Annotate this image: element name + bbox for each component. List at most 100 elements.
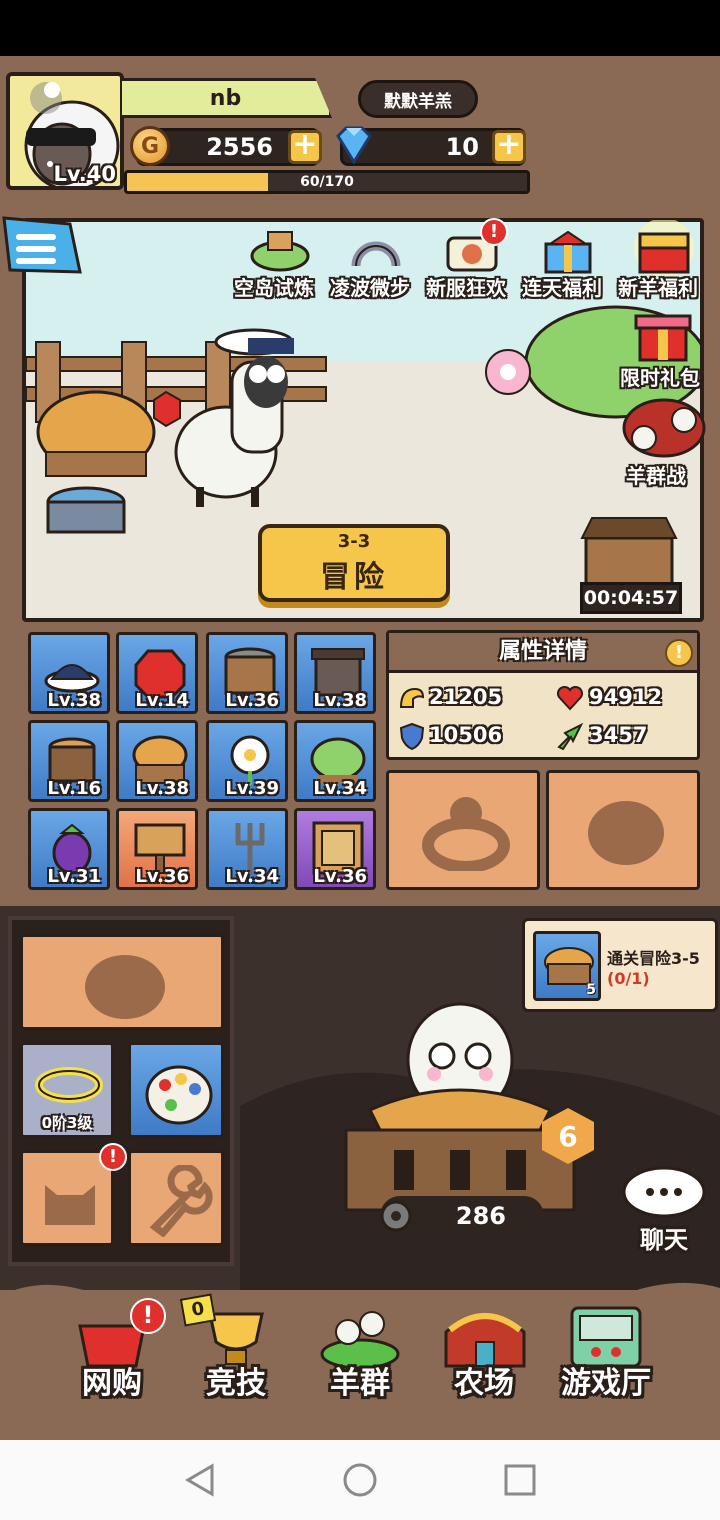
- equipment-level: Lv.39: [225, 778, 279, 799]
- equipment-slot[interactable]: Lv.38: [116, 720, 198, 802]
- halo-level: 0阶3级: [41, 1114, 93, 1132]
- locked-slot-wool[interactable]: [546, 770, 700, 890]
- nav-farm[interactable]: 农场: [424, 1296, 544, 1426]
- nav-arcade[interactable]: 游戏厅: [546, 1296, 666, 1426]
- halo-icon: [35, 1067, 103, 1103]
- guild-button[interactable]: 默默羊羔: [358, 80, 478, 118]
- adventure-stage: 3-3: [337, 530, 371, 552]
- event-label: 空岛试炼: [234, 276, 314, 300]
- player-name: nb: [122, 78, 332, 118]
- nav-arena[interactable]: 0 竞技: [176, 1293, 296, 1426]
- paint-palette-icon: [145, 1065, 213, 1125]
- arena-count-badge: 0: [179, 1293, 217, 1327]
- locked-slot-ring[interactable]: [386, 770, 540, 890]
- locked-slot-top[interactable]: [20, 934, 224, 1030]
- status-bar: [0, 0, 720, 56]
- gift-icon: [634, 314, 692, 362]
- recents-icon[interactable]: [502, 1462, 538, 1498]
- equipment-slot[interactable]: Lv.36: [206, 632, 288, 714]
- nav-flock[interactable]: 羊群: [300, 1296, 420, 1426]
- nav-label: 网购: [82, 1366, 142, 1401]
- equipment-slot[interactable]: Lv.14: [116, 632, 198, 714]
- chat-button[interactable]: 聊天: [616, 1156, 712, 1254]
- wrench-slot[interactable]: [128, 1150, 224, 1246]
- pen-sheep-illustration[interactable]: [330, 990, 590, 1220]
- gold-coin-icon: G: [130, 126, 170, 166]
- heart-icon: [556, 685, 584, 711]
- menu-hamburger-icon[interactable]: [0, 214, 90, 280]
- quest-progress: (0/1): [607, 969, 650, 988]
- island-icon: [250, 231, 310, 272]
- wool-silhouette-icon: [588, 801, 664, 865]
- add-gem-button[interactable]: +: [492, 130, 526, 164]
- gift-box-icon: [544, 230, 592, 274]
- attribute-panel[interactable]: 属性详情 ! 21205 94912 10506 3457: [386, 630, 700, 760]
- nav-label: 游戏厅: [561, 1366, 651, 1401]
- accessory-panel: 0阶3级 !: [8, 916, 234, 1266]
- equipment-slot[interactable]: Lv.38: [294, 632, 376, 714]
- pet-alert-badge: !: [99, 1143, 127, 1171]
- system-nav-bar: [0, 1440, 720, 1520]
- defense-value: 10506: [429, 723, 503, 747]
- treasure-chest-icon: [634, 220, 694, 276]
- equipment-level: Lv.34: [313, 778, 367, 799]
- event-label: 凌波微步: [330, 276, 410, 300]
- equipment-slot[interactable]: Lv.16: [28, 720, 110, 802]
- palette-slot[interactable]: [128, 1042, 224, 1138]
- event-label: 新羊福利: [618, 276, 698, 300]
- side-event-label: 限时礼包: [620, 366, 700, 390]
- equipment-slot[interactable]: Lv.39: [206, 720, 288, 802]
- diamond-icon: [336, 126, 372, 164]
- nav-label: 竞技: [206, 1366, 266, 1401]
- nav-shop[interactable]: ! 网购: [52, 1296, 172, 1426]
- chat-label: 聊天: [640, 1226, 688, 1254]
- cloud-silhouette-icon: [85, 955, 165, 1019]
- adventure-button[interactable]: 3-3 冒险: [258, 524, 450, 602]
- shop-alert-badge: !: [130, 1298, 166, 1334]
- gold-amount: 2556: [206, 133, 273, 161]
- event-label: 连天福利: [522, 276, 602, 300]
- battle-icon: [622, 398, 706, 458]
- equipment-level: Lv.14: [135, 690, 189, 711]
- xp-text: 60/170: [300, 174, 354, 190]
- equipment-slot[interactable]: Lv.36: [116, 808, 198, 890]
- speed-value: 3457: [589, 723, 648, 747]
- event-label: 新服狂欢: [426, 276, 506, 300]
- equipment-level: Lv.16: [47, 778, 101, 799]
- equipment-slot[interactable]: Lv.31: [28, 808, 110, 890]
- locked-slot-pet[interactable]: !: [20, 1143, 127, 1246]
- xp-bar: 60/170: [124, 170, 530, 194]
- equipment-slot[interactable]: Lv.34: [294, 720, 376, 802]
- equipment-level: Lv.36: [225, 690, 279, 711]
- gear-icon: [380, 1200, 412, 1232]
- player-avatar[interactable]: Lv.40: [6, 72, 124, 190]
- equipment-slot[interactable]: Lv.36: [294, 808, 376, 890]
- ring-silhouette-icon: [422, 797, 510, 871]
- equipment-level: Lv.38: [47, 690, 101, 711]
- speed-arrow-icon: [557, 722, 584, 751]
- equipment-level: Lv.36: [313, 866, 367, 887]
- nav-label: 农场: [454, 1366, 514, 1401]
- attribute-info-icon[interactable]: !: [665, 639, 693, 667]
- equipment-level: Lv.38: [135, 778, 189, 799]
- equipment-slot[interactable]: Lv.38: [28, 632, 110, 714]
- back-icon[interactable]: [182, 1462, 218, 1498]
- quest-title: 通关冒险3-5: [607, 949, 700, 968]
- nav-label: 羊群: [330, 1366, 390, 1401]
- side-event-label: 羊群战: [626, 464, 686, 488]
- equipment-slot[interactable]: Lv.34: [206, 808, 288, 890]
- wrench-icon: [149, 1165, 213, 1237]
- attack-value: 21205: [429, 685, 503, 709]
- shield-icon: [399, 722, 425, 751]
- hp-value: 94912: [589, 685, 663, 709]
- halo-slot[interactable]: 0阶3级: [20, 1042, 114, 1138]
- home-icon[interactable]: [342, 1462, 378, 1498]
- event-alert-badge: !: [480, 218, 508, 246]
- horseshoe-icon: [351, 241, 401, 267]
- player-level: Lv.40: [53, 162, 116, 186]
- idle-chest-timer[interactable]: 00:04:57: [580, 582, 682, 614]
- add-gold-button[interactable]: +: [288, 130, 322, 164]
- adventure-label: 冒险: [320, 559, 388, 595]
- cat-silhouette-icon: [45, 1185, 95, 1225]
- gem-amount: 10: [445, 133, 479, 161]
